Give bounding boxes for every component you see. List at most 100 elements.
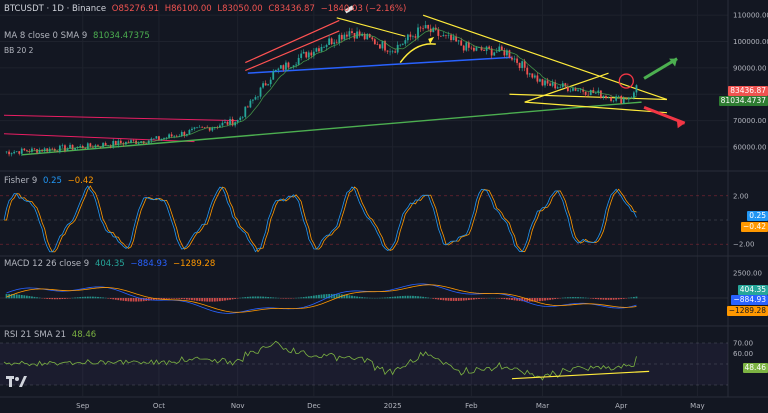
candle-body <box>203 127 206 128</box>
macd-histogram-bar <box>389 297 391 299</box>
pink-channel-top <box>3 114 238 122</box>
macd-histogram-bar <box>584 297 587 299</box>
macd-histogram-bar <box>539 298 541 302</box>
candle-body <box>452 36 455 41</box>
macd-histogram-bar <box>404 295 407 299</box>
bb-legend[interactable]: BB 20 2 <box>4 45 36 56</box>
candle-body <box>610 97 612 101</box>
ma-line <box>26 27 637 153</box>
macd-histogram-bar <box>574 297 577 299</box>
macd-histogram-bar <box>381 297 384 299</box>
candle-body <box>351 31 353 34</box>
macd-histogram-bar <box>89 296 92 299</box>
candle-body <box>518 62 521 68</box>
candle-body <box>285 62 287 70</box>
macd-histogram-bar <box>409 295 412 299</box>
candle-body <box>409 34 412 37</box>
candle-body <box>25 150 28 152</box>
macd-histogram-bar <box>612 298 615 300</box>
symbol-label[interactable]: BTCUSDT · 1D · Binance <box>4 4 106 14</box>
candle-body <box>617 95 620 97</box>
candle-body <box>279 65 282 69</box>
macd-histogram-bar <box>13 294 16 299</box>
price-tick-label: 110000.00 <box>733 12 768 20</box>
candle-body <box>470 47 473 49</box>
candle-body <box>559 87 562 88</box>
candle-body <box>226 121 229 125</box>
fisher-pane-group <box>0 185 728 253</box>
candle-body <box>8 151 10 155</box>
candle-body <box>379 44 381 49</box>
yellow-curve-arrow <box>399 43 436 64</box>
macd-histogram-bar <box>536 298 539 302</box>
macd-histogram-bar <box>401 295 404 299</box>
tradingview-logo[interactable] <box>6 373 28 387</box>
macd-histogram-bar <box>445 298 447 301</box>
candle-body <box>447 35 450 36</box>
macd-histogram-bar <box>28 296 31 299</box>
candle-body <box>523 61 526 68</box>
rsi-legend[interactable]: RSI 21 SMA 21 48.46 <box>4 330 99 341</box>
candle-body <box>541 79 544 86</box>
fisher-tick-label: 2.00 <box>733 192 749 200</box>
macd-histogram-bar <box>500 298 503 299</box>
macd-histogram-bar <box>312 295 315 299</box>
macd-histogram-bar <box>564 297 567 299</box>
candle-body <box>58 145 61 152</box>
macd-histogram-bar <box>135 298 137 302</box>
macd-histogram-bar <box>363 297 366 299</box>
macd-legend[interactable]: MACD 12 26 close 9 404.35 −884.93 −1289.… <box>4 259 218 270</box>
candle-body <box>495 51 498 53</box>
macd-line-tag: −884.93 <box>731 295 768 305</box>
macd-histogram-bar <box>473 298 475 300</box>
fisher-tag: 0.25 <box>747 211 768 221</box>
candle-body <box>511 57 513 60</box>
candle-body <box>168 134 170 138</box>
symbol-header: BTCUSDT · 1D · Binance O85276.91 H86100.… <box>4 4 409 15</box>
macd-histogram-bar <box>122 298 125 301</box>
candle-body <box>61 145 64 146</box>
candle-body <box>300 53 303 58</box>
candle-body <box>371 37 374 40</box>
rsi-tick-label: 60.00 <box>733 350 753 358</box>
candle-body <box>170 134 173 137</box>
candle-body <box>262 83 264 88</box>
macd-histogram-bar <box>221 298 224 301</box>
macd-histogram-bar <box>356 296 358 299</box>
macd-histogram-bar <box>622 298 625 299</box>
candle-body <box>544 80 546 86</box>
macd-histogram-bar <box>630 297 633 299</box>
candle-body <box>549 83 551 86</box>
macd-histogram-bar <box>475 298 478 300</box>
candle-body <box>325 44 328 47</box>
macd-histogram-bar <box>198 298 201 302</box>
fisher-tick-label: −2.00 <box>733 241 754 249</box>
macd-histogram-bar <box>132 298 135 302</box>
macd-histogram-bar <box>125 298 127 302</box>
candle-body <box>18 151 21 154</box>
candle-body <box>333 42 336 45</box>
ma-legend[interactable]: MA 8 close 0 SMA 9 81034.47375 <box>4 31 153 42</box>
candle-body <box>282 65 285 70</box>
macd-histogram-bar <box>76 297 79 299</box>
macd-histogram-bar <box>358 296 361 299</box>
macd-histogram-bar <box>366 297 369 299</box>
macd-histogram-bar <box>20 294 23 299</box>
candle-body <box>442 35 445 37</box>
macd-histogram-bar <box>269 297 272 299</box>
fisher-legend[interactable]: Fisher 9 0.25 −0.42 <box>4 176 97 187</box>
chart-canvas[interactable]: 60000.0070000.0080000.0090000.00100000.0… <box>0 0 768 413</box>
candle-body <box>620 95 623 104</box>
macd-histogram-bar <box>226 298 229 301</box>
macd-histogram-bar <box>36 297 38 299</box>
candle-body <box>196 127 198 128</box>
candle-body <box>310 52 313 56</box>
macd-histogram-bar <box>498 298 501 299</box>
macd-histogram-bar <box>287 298 290 299</box>
macd-histogram-bar <box>610 298 612 300</box>
time-tick-label: Oct <box>153 402 165 410</box>
macd-histogram-bar <box>302 297 305 299</box>
candle-body <box>13 151 16 154</box>
macd-histogram-bar <box>130 298 132 302</box>
macd-histogram-bar <box>579 297 582 299</box>
